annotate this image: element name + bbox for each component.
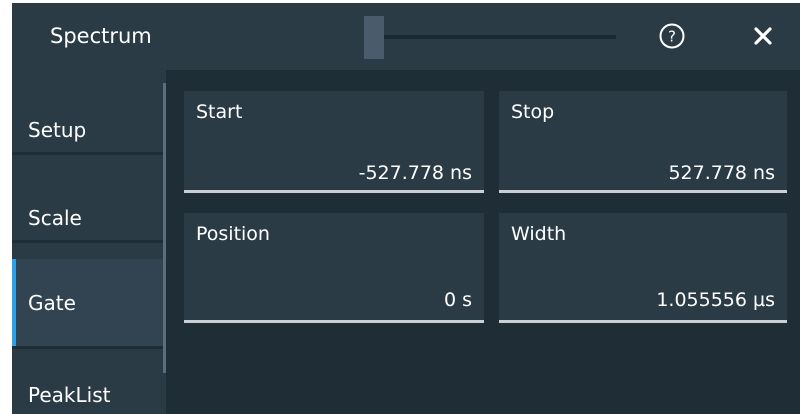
sidebar-item-label: PeakList (28, 383, 111, 407)
width-label: Width (511, 223, 567, 245)
spectrum-dialog: Spectrum ? Setup Scale Gate PeakList Sta… (12, 3, 800, 414)
position-label: Position (196, 223, 270, 245)
width-field[interactable]: Width 1.055556 µs (499, 213, 787, 323)
field-underline (499, 190, 787, 193)
stop-value: 527.778 ns (668, 162, 775, 184)
field-underline (184, 320, 484, 323)
field-underline (499, 320, 787, 323)
field-underline (184, 190, 484, 193)
title-bar: Spectrum ? (12, 3, 800, 70)
help-circle-icon: ? (659, 23, 685, 49)
width-value: 1.055556 µs (656, 289, 775, 311)
svg-text:?: ? (668, 28, 676, 46)
sidebar-item-gate[interactable]: Gate (12, 259, 166, 349)
sidebar-item-scale[interactable]: Scale (12, 158, 166, 243)
stop-field[interactable]: Stop 527.778 ns (499, 91, 787, 193)
position-value: 0 s (443, 289, 472, 311)
sidebar-divider (163, 83, 166, 373)
start-label: Start (196, 101, 243, 123)
start-field[interactable]: Start -527.778 ns (184, 91, 484, 193)
close-button[interactable] (752, 25, 774, 47)
sidebar-item-peaklist[interactable]: PeakList (12, 352, 166, 414)
start-value: -527.778 ns (358, 162, 472, 184)
transparency-slider-thumb[interactable] (364, 16, 384, 59)
sidebar-item-setup[interactable]: Setup (12, 70, 166, 155)
sidebar: Setup Scale Gate PeakList (12, 70, 166, 414)
stop-label: Stop (511, 101, 555, 123)
position-field[interactable]: Position 0 s (184, 213, 484, 323)
sidebar-item-label: Setup (28, 118, 87, 142)
help-button[interactable]: ? (659, 23, 685, 49)
sidebar-item-label: Scale (28, 206, 82, 230)
active-indicator (12, 259, 16, 346)
dialog-title: Spectrum (50, 24, 152, 48)
transparency-slider-track[interactable] (364, 35, 616, 39)
sidebar-item-label: Gate (28, 291, 76, 315)
close-icon (754, 27, 772, 45)
